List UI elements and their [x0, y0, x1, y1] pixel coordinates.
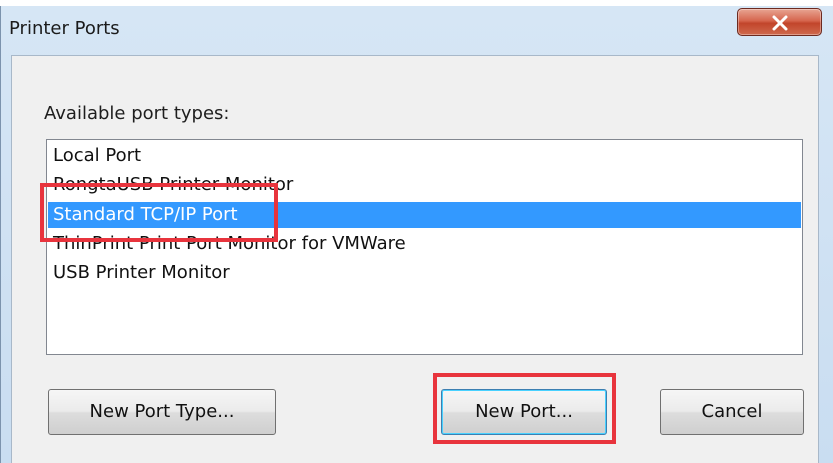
list-item-standard-tcpip-port[interactable]: Standard TCP/IP Port	[48, 202, 801, 228]
close-icon	[772, 15, 788, 31]
list-item-rongta-usb-monitor[interactable]: RongtaUSB Printer Monitor	[53, 172, 293, 198]
port-types-listbox[interactable]: Local Port RongtaUSB Printer Monitor Sta…	[46, 139, 803, 355]
list-item-local-port[interactable]: Local Port	[53, 143, 141, 169]
close-button[interactable]	[737, 8, 822, 36]
new-port-button[interactable]: New Port...	[441, 389, 607, 435]
cancel-button[interactable]: Cancel	[660, 389, 804, 435]
list-item-usb-printer-monitor[interactable]: USB Printer Monitor	[53, 260, 230, 286]
window-title: Printer Ports	[9, 18, 120, 39]
port-types-label: Available port types:	[44, 103, 230, 124]
list-item-thinprint-monitor[interactable]: ThinPrint Print Port Monitor for VMWare	[53, 231, 406, 257]
new-port-type-button[interactable]: New Port Type...	[48, 389, 276, 435]
